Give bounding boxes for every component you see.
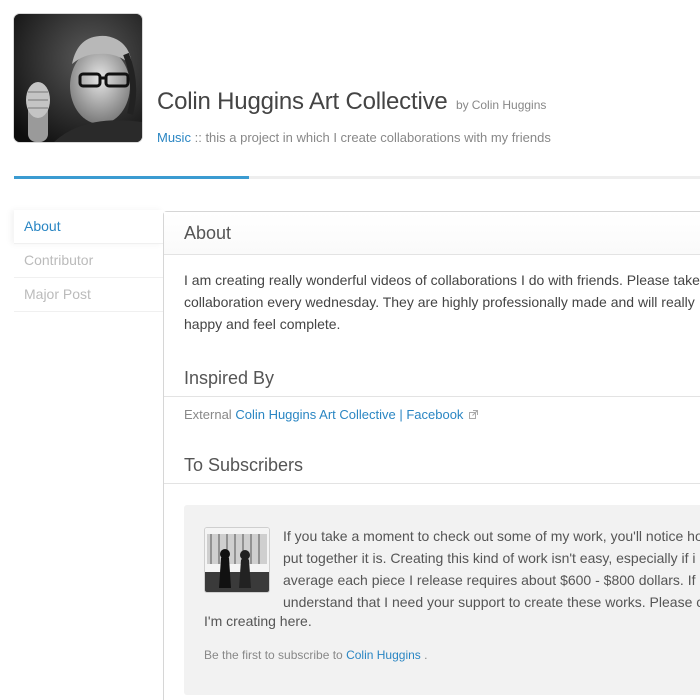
creator-name[interactable]: Colin Huggins: [472, 98, 547, 112]
subscribers-heading: To Subscribers: [164, 448, 700, 484]
category-separator: ::: [194, 130, 202, 145]
sidebar-nav: About Contributor Major Post: [14, 210, 164, 312]
sidebar-item-major-post[interactable]: Major Post: [14, 278, 164, 312]
subscribe-cta-suffix: .: [424, 648, 428, 662]
subscribe-cta: Be the first to subscribe to Colin Huggi…: [204, 648, 427, 662]
about-text: I am creating really wonderful videos of…: [164, 255, 700, 335]
sidebar-item-contributor[interactable]: Contributor: [14, 244, 164, 278]
subscribe-creator-link[interactable]: Colin Huggins: [346, 648, 421, 662]
subscribers-line: understand that I need your support to c…: [283, 594, 700, 610]
subtitle: Music :: this a project in which I creat…: [157, 130, 551, 145]
sidebar-item-about[interactable]: About: [14, 210, 164, 244]
external-link-icon: [469, 407, 479, 422]
subscribers-line: put together it is. Creating this kind o…: [283, 550, 696, 566]
about-heading: About: [164, 212, 700, 255]
subscribers-line: average each piece I release requires ab…: [283, 572, 696, 588]
category-link[interactable]: Music: [157, 130, 191, 145]
about-line: I am creating really wonderful videos of…: [184, 272, 700, 288]
facebook-link[interactable]: Colin Huggins Art Collective | Facebook: [235, 407, 463, 422]
subscribers-text: If you take a moment to check out some o…: [283, 525, 700, 613]
inspired-heading: Inspired By: [164, 361, 700, 397]
about-line: collaboration every wednesday. They are …: [184, 294, 695, 310]
byline-label: by: [456, 98, 469, 112]
inspired-prefix: External: [184, 407, 232, 422]
inspired-row: External Colin Huggins Art Collective | …: [164, 397, 700, 422]
about-line: happy and feel complete.: [184, 316, 341, 332]
subscribers-line: I'm creating here.: [204, 613, 312, 629]
page: Colin Huggins Art Collective by Colin Hug…: [0, 0, 700, 700]
content-panel: About I am creating really wonderful vid…: [163, 211, 700, 700]
subscribers-box: If you take a moment to check out some o…: [184, 505, 700, 695]
tagline: this a project in which I create collabo…: [205, 130, 551, 145]
subscribers-line: If you take a moment to check out some o…: [283, 528, 700, 544]
page-title: Colin Huggins Art Collective: [157, 88, 448, 115]
byline: by Colin Huggins: [456, 98, 546, 112]
title-row: Colin Huggins Art Collective by Colin Hug…: [157, 88, 546, 116]
header-divider-accent: [14, 176, 249, 179]
avatar[interactable]: [14, 14, 142, 142]
avatar-photo: [14, 14, 142, 142]
subscriber-thumbnail: [204, 527, 270, 593]
subscribe-cta-prefix: Be the first to subscribe to: [204, 648, 343, 662]
